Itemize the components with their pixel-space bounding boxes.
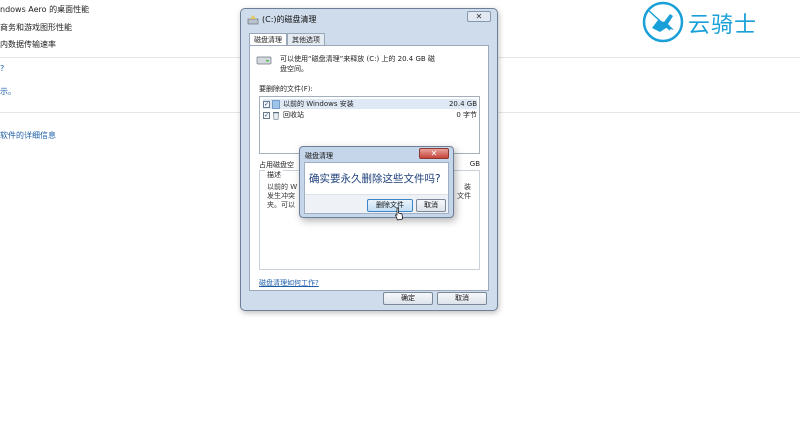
disk-cleanup-icon — [247, 14, 259, 24]
group-title: 描述 — [265, 170, 283, 180]
confirm-dialog: 磁盘清理 ✕ 确实要永久删除这些文件吗? 删除文件 取消 — [299, 146, 454, 218]
delete-files-button[interactable]: 删除文件 — [367, 199, 413, 212]
background-text-line: ndows Aero 的桌面性能 — [0, 5, 90, 14]
dialog-title: 磁盘清理 — [305, 152, 333, 160]
recycle-bin-icon — [273, 111, 279, 120]
window-close-button[interactable]: ✕ — [467, 11, 491, 22]
list-item[interactable]: ✓ 以前的 Windows 安装 20.4 GB — [263, 99, 477, 109]
checkbox[interactable]: ✓ — [263, 100, 270, 108]
dialog-cancel-button[interactable]: 取消 — [416, 199, 446, 212]
files-to-delete-label: 要删除的文件(F): — [259, 85, 313, 93]
cancel-button[interactable]: 取消 — [437, 292, 487, 305]
separator — [497, 112, 800, 113]
separator — [0, 57, 240, 58]
watermark-logo: 云骑士 — [640, 0, 800, 44]
dialog-message: 确实要永久删除这些文件吗? — [309, 173, 441, 185]
space-gained-label: 占用磁盘空 — [259, 161, 294, 169]
group-line-start: 发生冲突 — [267, 192, 295, 200]
hard-drive-icon — [256, 56, 272, 65]
drive-summary: 可以使用“磁盘清理”来释放 (C:) 上的 20.4 GB 磁 盘空间。 — [256, 54, 476, 74]
background-text-line: 内数据传输速率 — [0, 40, 56, 49]
watermark-text: 云骑士 — [688, 13, 758, 38]
separator — [0, 112, 240, 113]
dialog-body: 确实要永久删除这些文件吗? 删除文件 取消 — [304, 162, 449, 214]
ok-button[interactable]: 确定 — [383, 292, 433, 305]
item-label: 以前的 Windows 安装 — [283, 100, 354, 108]
how-cleanup-works-link[interactable]: 磁盘清理如何工作? — [259, 278, 319, 288]
description-line: 可以使用“磁盘清理”来释放 (C:) 上的 20.4 GB 磁 — [280, 55, 435, 63]
item-size: 20.4 GB — [448, 100, 477, 108]
item-size: 0 字节 — [456, 111, 477, 119]
background-text-line[interactable]: ? — [0, 64, 4, 73]
windows-install-icon — [272, 99, 280, 109]
group-line-end: 装 — [464, 183, 471, 191]
space-description: 可以使用“磁盘清理”来释放 (C:) 上的 20.4 GB 磁 盘空间。 — [280, 54, 476, 74]
description-line: 盘空间。 — [280, 65, 308, 73]
group-line-end: 文件 — [457, 192, 471, 200]
space-gained-value: GB — [469, 160, 480, 168]
dialog-close-button[interactable]: ✕ — [419, 148, 449, 159]
dialog-footer: 删除文件 取消 — [305, 194, 448, 213]
background-text-line: 商务和游戏图形性能 — [0, 23, 72, 32]
checkbox[interactable]: ✓ — [263, 111, 270, 119]
window-title: (C:)的磁盘清理 — [262, 15, 317, 24]
item-label: 回收站 — [283, 111, 304, 119]
group-line-start: 以前的 W — [267, 183, 298, 191]
hand-cursor-icon — [394, 207, 403, 221]
separator — [497, 57, 800, 58]
list-item[interactable]: ✓ 回收站 0 字节 — [263, 110, 477, 120]
window-title-bar: (C:)的磁盘清理 — [247, 14, 317, 25]
background-text-line[interactable]: 软件的详细信息 — [0, 130, 56, 141]
background-text-line[interactable]: 示。 — [0, 86, 16, 97]
knight-rider-icon — [642, 1, 684, 43]
